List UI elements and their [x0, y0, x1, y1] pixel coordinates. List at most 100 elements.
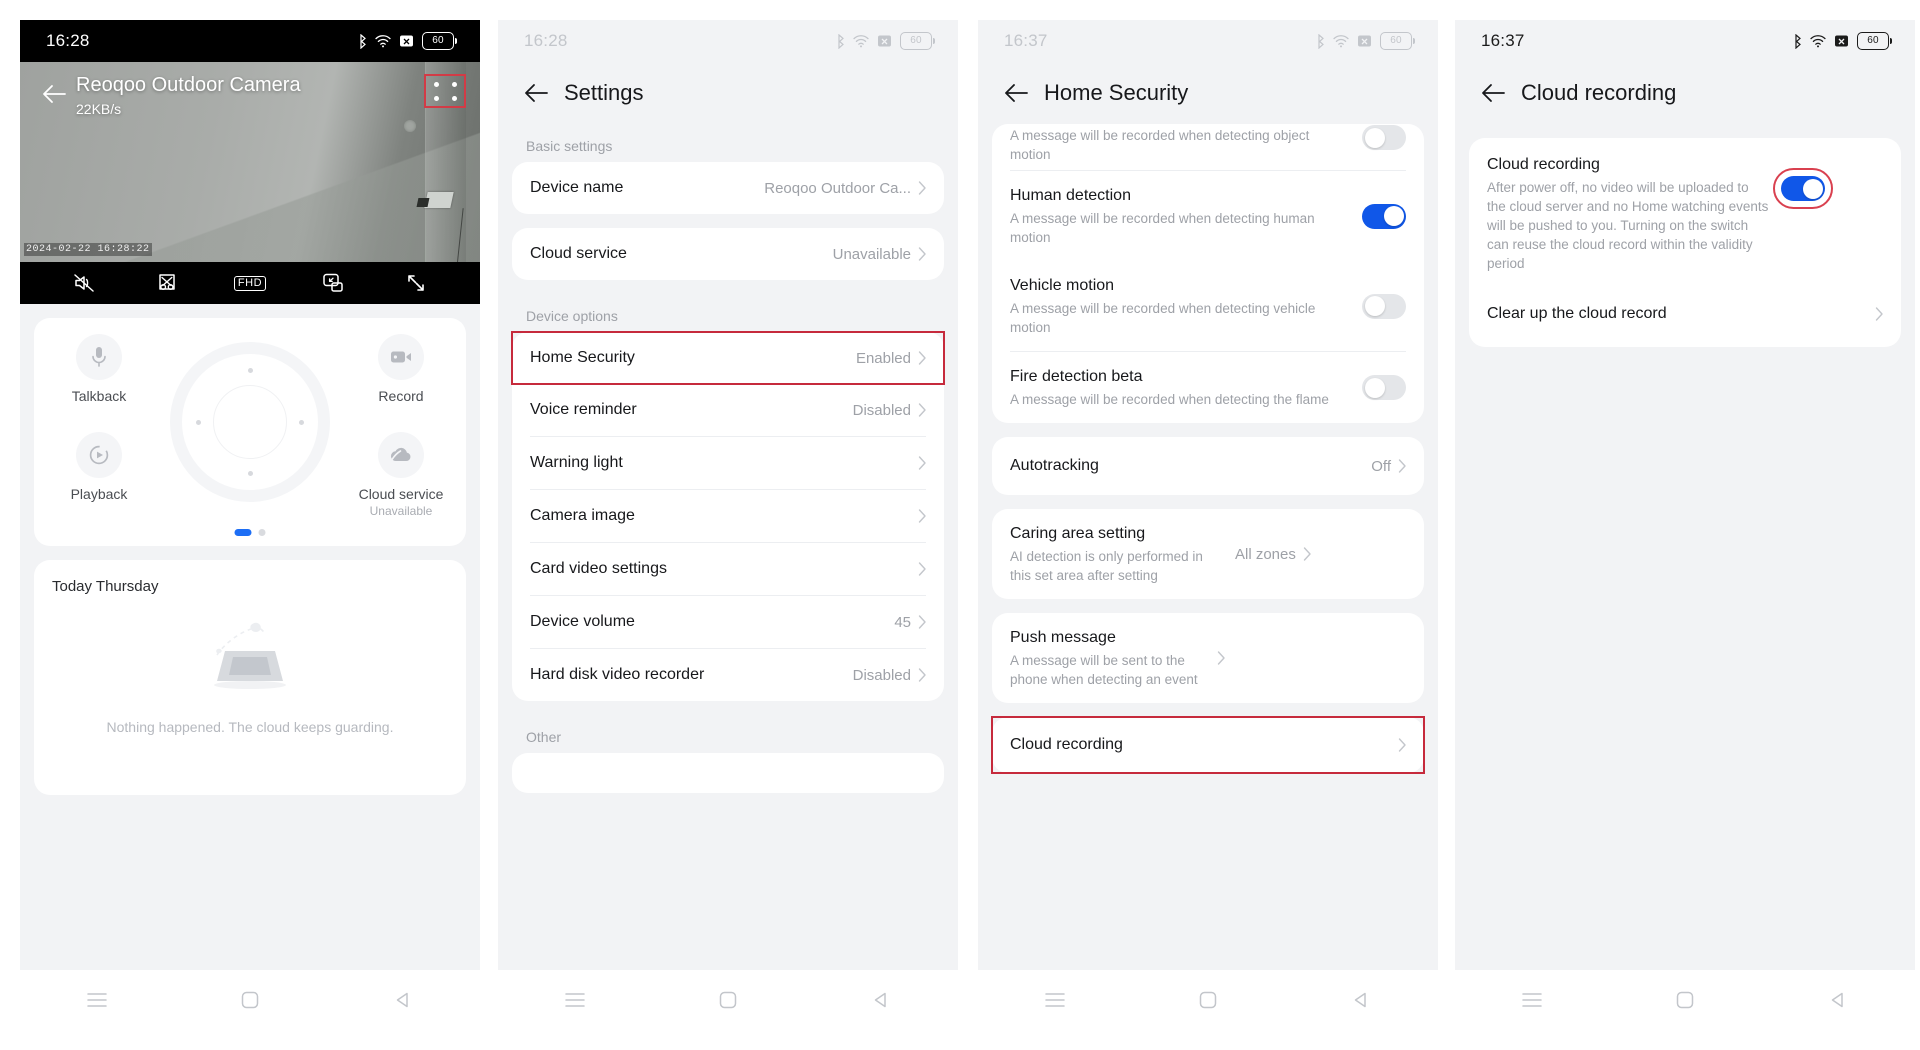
back-triangle-icon[interactable]: [1344, 983, 1378, 1017]
row-text: Human detection A message will be record…: [1010, 185, 1350, 247]
quick-action-label: Record: [378, 388, 424, 404]
status-time: 16:28: [46, 31, 90, 50]
video-overlay-header: Reoqoo Outdoor Camera 22KB/s: [20, 62, 480, 140]
home-square-icon[interactable]: [233, 983, 267, 1017]
ptz-center[interactable]: [213, 385, 287, 459]
bitrate-label: 22KB/s: [76, 101, 122, 117]
back-button[interactable]: [518, 75, 554, 111]
page-dot-active[interactable]: [234, 529, 252, 536]
back-button[interactable]: [998, 75, 1034, 111]
object-motion-toggle[interactable]: [1362, 125, 1406, 150]
setting-row-vehicle-motion[interactable]: Vehicle motion A message will be recorde…: [992, 261, 1424, 351]
row-text: Caring area setting AI detection is only…: [1010, 523, 1225, 585]
fullscreen-icon[interactable]: [399, 268, 433, 298]
live-video-feed[interactable]: Reoqoo Outdoor Camera 22KB/s 2024-02-22 …: [20, 62, 480, 304]
setting-row-cloud-recording-toggle[interactable]: Cloud recording After power off, no vide…: [1469, 138, 1901, 287]
panel-live-view: 16:28 60 Reoqoo Outdoor Camera 22KB/s 20…: [20, 20, 480, 970]
page-indicator[interactable]: [234, 529, 266, 536]
ptz-up-dot[interactable]: [247, 368, 253, 373]
battery-icon: 60: [900, 32, 935, 50]
status-bar: 16:28 60: [498, 20, 958, 62]
setting-row-push-message[interactable]: Push message A message will be sent to t…: [992, 613, 1424, 703]
setting-row-human-detection[interactable]: Human detection A message will be record…: [992, 171, 1424, 261]
empty-box-illustration: [214, 622, 286, 689]
back-triangle-icon[interactable]: [1821, 983, 1855, 1017]
group-label-other: Other: [526, 729, 562, 745]
mute-icon[interactable]: [67, 268, 101, 298]
setting-row-camera-image[interactable]: Camera image: [512, 490, 944, 542]
bluetooth-icon: [838, 33, 844, 49]
snapshot-scissors-icon[interactable]: [150, 268, 184, 298]
row-title: Camera image: [530, 507, 635, 524]
setting-row-autotracking[interactable]: Autotracking Off: [992, 437, 1424, 495]
toggle-knob: [1802, 178, 1823, 199]
fhd-quality-icon[interactable]: FHD: [233, 268, 267, 298]
ptz-down-dot[interactable]: [247, 471, 253, 476]
setting-row-caring-area-setting[interactable]: Caring area setting AI detection is only…: [992, 509, 1424, 599]
system-navbar: [1455, 970, 1915, 1030]
bluetooth-icon: [1318, 33, 1324, 49]
status-icons: 60: [1314, 32, 1415, 50]
toggle-knob: [1383, 206, 1404, 226]
recents-menu-icon[interactable]: [558, 983, 592, 1017]
status-bar: 16:28 60: [20, 20, 480, 62]
cloud-recording-toggle[interactable]: [1773, 168, 1833, 209]
page-dot[interactable]: [258, 529, 266, 536]
back-button[interactable]: [1475, 75, 1511, 111]
row-value: Disabled: [852, 666, 911, 684]
row-title: Human detection: [1010, 187, 1131, 204]
autotracking-card: Autotracking Off: [992, 437, 1424, 495]
setting-row-device-volume[interactable]: Device volume 45: [512, 596, 944, 648]
row-text: Camera image: [530, 505, 911, 527]
setting-row-card-video-settings[interactable]: Card video settings: [512, 543, 944, 595]
setting-row-cloud-recording[interactable]: Cloud recording: [991, 716, 1425, 774]
arrow-left-icon: [525, 84, 548, 102]
human-detection-toggle[interactable]: [1362, 203, 1406, 229]
ptz-left-dot[interactable]: [196, 419, 201, 425]
picture-in-picture-icon[interactable]: [316, 268, 350, 298]
no-sim-icon: [878, 35, 891, 47]
fhd-label: FHD: [233, 275, 267, 291]
group-label-device-options: Device options: [526, 308, 618, 324]
settings-card: Cloud service Unavailable: [512, 228, 944, 280]
setting-row-cloud-service[interactable]: Cloud service Unavailable: [512, 228, 944, 280]
back-triangle-icon[interactable]: [864, 983, 898, 1017]
recents-menu-icon[interactable]: [80, 983, 114, 1017]
vehicle-motion-toggle[interactable]: [1362, 293, 1406, 319]
page-header: Cloud recording: [1455, 62, 1915, 124]
setting-row-object-motion-clipped[interactable]: A message will be recorded when detectin…: [992, 124, 1424, 170]
home-square-icon[interactable]: [1191, 983, 1225, 1017]
grid-menu-icon[interactable]: [424, 74, 466, 108]
home-square-icon[interactable]: [1668, 983, 1702, 1017]
bluetooth-icon: [1795, 33, 1801, 49]
back-triangle-icon[interactable]: [386, 983, 420, 1017]
recents-menu-icon[interactable]: [1515, 983, 1549, 1017]
row-title: Cloud recording: [1487, 156, 1600, 173]
cloud-icon: [378, 432, 424, 478]
setting-row-home-security[interactable]: Home Security Enabled: [511, 331, 945, 385]
home-square-icon[interactable]: [711, 983, 745, 1017]
row-text: Voice reminder: [530, 399, 843, 421]
back-button[interactable]: [34, 74, 74, 114]
quick-action-cloud-service[interactable]: Cloud service Unavailable: [346, 432, 456, 519]
row-description: A message will be sent to the phone when…: [1010, 653, 1198, 687]
quick-action-talkback[interactable]: Talkback: [44, 334, 154, 405]
row-title: Voice reminder: [530, 401, 637, 418]
recents-menu-icon[interactable]: [1038, 983, 1072, 1017]
quick-action-playback[interactable]: Playback: [44, 432, 154, 503]
setting-row-hard-disk-video-recorder[interactable]: Hard disk video recorder Disabled: [512, 649, 944, 701]
setting-row-voice-reminder[interactable]: Voice reminder Disabled: [512, 384, 944, 436]
setting-row-device-name[interactable]: Device name Reoqoo Outdoor Ca...: [512, 162, 944, 214]
setting-row-warning-light[interactable]: Warning light: [512, 437, 944, 489]
quick-action-record[interactable]: Record: [346, 334, 456, 405]
ptz-dpad[interactable]: [170, 342, 330, 502]
ptz-right-dot[interactable]: [299, 419, 304, 425]
wifi-icon: [853, 35, 869, 48]
fire-detection-toggle[interactable]: [1362, 375, 1406, 400]
chevron-right-icon: [1303, 547, 1311, 561]
setting-row-clear-cloud-record[interactable]: Clear up the cloud record: [1469, 287, 1901, 341]
row-text: Hard disk video recorder: [530, 664, 843, 686]
setting-row-fire-detection[interactable]: Fire detection beta A message will be re…: [992, 352, 1424, 423]
panel-home-security: 16:37 60 Home Security A message will be…: [978, 20, 1438, 970]
bluetooth-icon: [360, 33, 366, 49]
